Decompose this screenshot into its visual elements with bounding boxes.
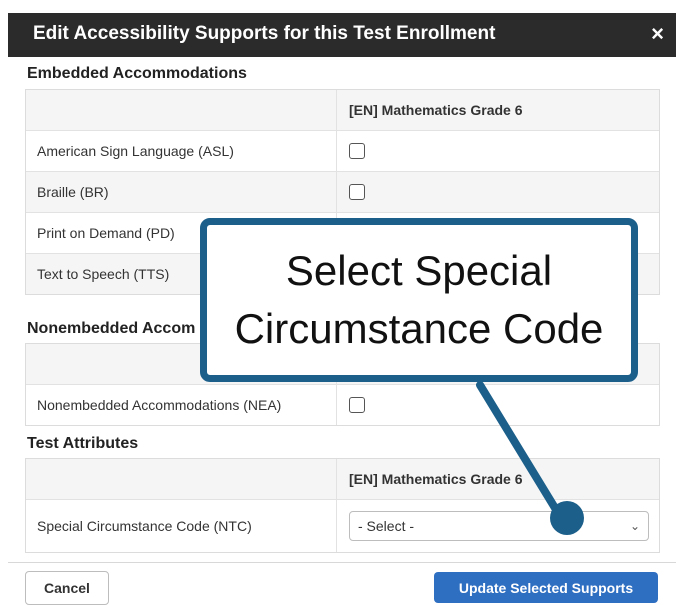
callout-line-2: Circumstance Code (234, 305, 604, 352)
chevron-down-icon: ⌄ (629, 519, 640, 533)
footer-divider (8, 562, 676, 563)
instruction-callout: Select Special Circumstance Code (200, 218, 638, 382)
dialog-title: Edit Accessibility Supports for this Tes… (33, 23, 496, 44)
cancel-button[interactable]: Cancel (25, 571, 109, 605)
row-label: Nonembedded Accommodations (NEA) (26, 385, 337, 425)
nonembedded-section-title: Nonembedded Accom (27, 320, 196, 337)
callout-line-1: Select Special (285, 247, 553, 294)
row-label: American Sign Language (ASL) (26, 131, 337, 171)
table-header-row: [EN] Mathematics Grade 6 (26, 90, 659, 130)
table-header-empty (26, 459, 337, 499)
table-row: Braille (BR) (26, 171, 659, 212)
dialog-titlebar: Edit Accessibility Supports for this Tes… (8, 13, 676, 57)
row-label: Braille (BR) (26, 172, 337, 212)
row-label: Special Circumstance Code (NTC) (26, 500, 337, 552)
table-row: American Sign Language (ASL) (26, 130, 659, 171)
nea-checkbox[interactable] (349, 397, 365, 413)
table-row: Special Circumstance Code (NTC) - Select… (26, 499, 659, 552)
column-header: [EN] Mathematics Grade 6 (349, 471, 523, 487)
close-icon[interactable]: × (651, 21, 664, 47)
braille-checkbox[interactable] (349, 184, 365, 200)
table-header-row: [EN] Mathematics Grade 6 (26, 459, 659, 499)
update-selected-supports-button[interactable]: Update Selected Supports (434, 572, 658, 603)
select-value: - Select - (358, 518, 415, 534)
table-header-empty (26, 90, 337, 130)
embedded-section-title: Embedded Accommodations (27, 65, 247, 82)
special-circumstance-code-select[interactable]: - Select - ⌄ (349, 511, 649, 541)
table-row: Nonembedded Accommodations (NEA) (26, 384, 659, 425)
test-attributes-table: [EN] Mathematics Grade 6 Special Circums… (25, 458, 660, 553)
test-attributes-section-title: Test Attributes (27, 435, 139, 452)
column-header: [EN] Mathematics Grade 6 (349, 102, 523, 118)
asl-checkbox[interactable] (349, 143, 365, 159)
